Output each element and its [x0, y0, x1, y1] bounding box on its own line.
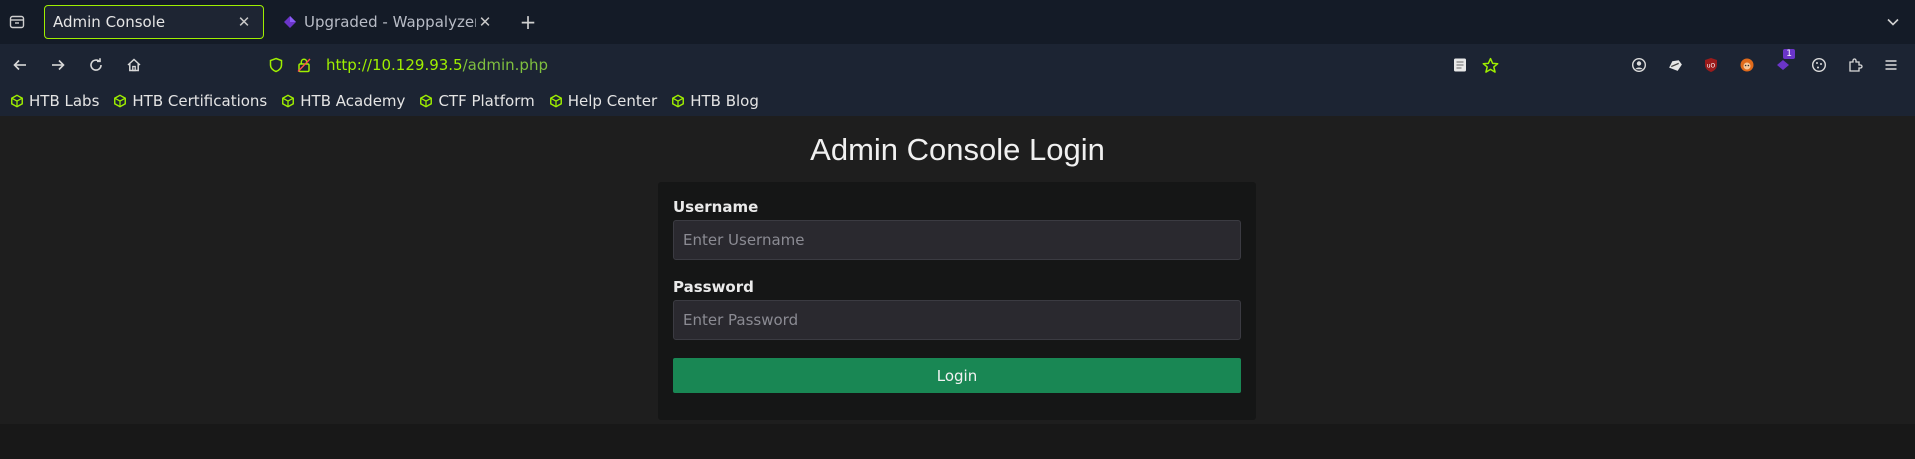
toolbar-tools: uO 1 — [1621, 44, 1909, 86]
account-button[interactable] — [1621, 47, 1657, 83]
chevron-down-icon — [1887, 18, 1899, 26]
extension-badge: 1 — [1783, 49, 1795, 59]
htb-cube-icon — [672, 94, 685, 108]
page-title: Admin Console Login — [810, 132, 1105, 167]
bookmark-ctf-platform[interactable]: CTF Platform — [419, 92, 535, 110]
bookmark-help-center[interactable]: Help Center — [549, 92, 657, 110]
bookmark-label: HTB Certifications — [132, 92, 268, 110]
extension-hack-tools-button[interactable] — [1657, 47, 1693, 83]
new-tab-button[interactable]: + — [512, 5, 544, 39]
insecure-lock-icon[interactable] — [296, 57, 312, 73]
tab-overview-icon — [9, 15, 25, 29]
htb-cube-icon — [114, 94, 127, 108]
tab-overview-button[interactable] — [0, 0, 34, 44]
login-button[interactable]: Login — [673, 358, 1241, 393]
extension-foxy-button[interactable] — [1729, 47, 1765, 83]
bookmark-htb-certifications[interactable]: HTB Certifications — [113, 92, 267, 110]
htb-cube-icon — [282, 94, 295, 108]
extension-ublock-button[interactable]: uO — [1693, 47, 1729, 83]
username-label: Username — [673, 198, 759, 216]
bookmarks-toolbar: HTB Labs HTB Certifications HTB Academy … — [0, 86, 1915, 116]
tab-close-icon[interactable]: ✕ — [235, 13, 253, 31]
url-text[interactable]: http://10.129.93.5/admin.php — [326, 56, 548, 74]
extension-cookie-button[interactable] — [1801, 47, 1837, 83]
wappalyzer-icon — [1777, 60, 1789, 70]
extension-wappalyzer-button[interactable]: 1 — [1765, 47, 1801, 83]
wappalyzer-icon — [284, 16, 296, 28]
url-path: /admin.php — [462, 56, 548, 74]
htb-cube-icon — [11, 94, 23, 108]
htb-cube-icon — [549, 94, 562, 108]
hamburger-menu-icon — [1885, 60, 1897, 70]
url-host: 10.129.93.5 — [371, 56, 463, 74]
bookmark-star-icon[interactable] — [1482, 57, 1499, 74]
page-content: Admin Console Login Username Password Lo… — [0, 116, 1915, 424]
tab-close-icon[interactable]: ✕ — [476, 13, 494, 31]
bookmark-label: CTF Platform — [438, 92, 535, 110]
back-button[interactable] — [2, 47, 38, 83]
bookmark-htb-academy[interactable]: HTB Academy — [281, 92, 405, 110]
password-input[interactable] — [673, 300, 1241, 340]
tab-wappalyzer[interactable]: Upgraded - Wappalyzer ✕ — [274, 5, 504, 39]
home-icon — [127, 58, 141, 72]
ublock-icon: uO — [1705, 58, 1717, 72]
svg-text:uO: uO — [1707, 63, 1716, 70]
page-footer — [0, 424, 1915, 459]
tab-title: Upgraded - Wappalyzer — [304, 13, 476, 31]
navigation-bar: http://10.129.93.5/admin.php uO 1 — [0, 44, 1915, 86]
plus-icon: + — [519, 10, 537, 34]
url-scheme: http:// — [326, 56, 372, 74]
forward-arrow-icon — [52, 59, 65, 71]
bookmark-label: HTB Academy — [300, 92, 406, 110]
fox-extension-icon — [1740, 58, 1754, 72]
bookmark-label: HTB Labs — [29, 92, 100, 110]
tab-admin-console[interactable]: Admin Console ✕ — [44, 5, 264, 39]
reload-icon — [90, 58, 102, 71]
bookmark-label: Help Center — [567, 92, 658, 110]
reload-button[interactable] — [78, 47, 114, 83]
bookmark-label: HTB Blog — [690, 92, 759, 110]
tab-bar: Admin Console ✕ Upgraded - Wappalyzer ✕ … — [0, 0, 1915, 44]
cookie-icon — [1811, 57, 1827, 73]
page-actions — [1452, 44, 1499, 86]
puzzle-icon — [1849, 58, 1863, 72]
login-form: Username Password Login — [658, 182, 1256, 420]
account-icon — [1631, 57, 1647, 73]
password-label: Password — [673, 278, 754, 296]
url-bar[interactable]: http://10.129.93.5/admin.php — [268, 44, 548, 86]
menu-button[interactable] — [1873, 47, 1909, 83]
home-button[interactable] — [116, 47, 152, 83]
extensions-button[interactable] — [1837, 47, 1873, 83]
tab-title: Admin Console — [53, 13, 166, 31]
username-input[interactable] — [673, 220, 1241, 260]
back-arrow-icon — [13, 59, 26, 71]
bookmark-htb-labs[interactable]: HTB Labs — [10, 92, 99, 110]
list-all-tabs-button[interactable] — [1881, 10, 1905, 34]
forward-button[interactable] — [40, 47, 76, 83]
ghost-extension-icon — [1668, 59, 1682, 71]
shield-icon[interactable] — [268, 57, 284, 73]
reader-view-icon[interactable] — [1452, 57, 1468, 73]
bookmark-htb-blog[interactable]: HTB Blog — [671, 92, 759, 110]
htb-cube-icon — [420, 94, 433, 108]
